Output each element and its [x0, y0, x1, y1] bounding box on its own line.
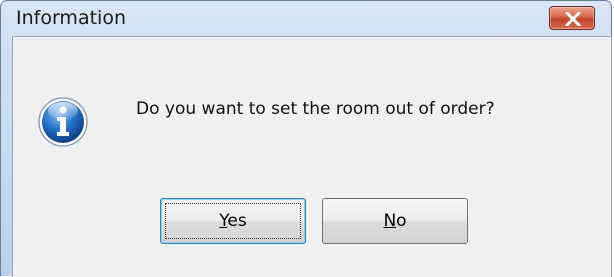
dialog-body: Do you want to set the room out of order… — [12, 36, 612, 277]
close-icon — [565, 12, 581, 26]
no-button-label: No — [383, 211, 407, 231]
title-bar[interactable]: Information — [1, 1, 611, 36]
dialog-message: Do you want to set the room out of order… — [136, 99, 495, 119]
dialog-window: Information Do you want to set the room … — [0, 0, 612, 277]
no-button[interactable]: No — [322, 198, 468, 244]
yes-button-label: Yes — [219, 211, 247, 231]
yes-button[interactable]: Yes — [160, 198, 306, 244]
close-button[interactable] — [549, 6, 595, 30]
window-title: Information — [16, 7, 126, 29]
info-icon — [38, 97, 88, 147]
